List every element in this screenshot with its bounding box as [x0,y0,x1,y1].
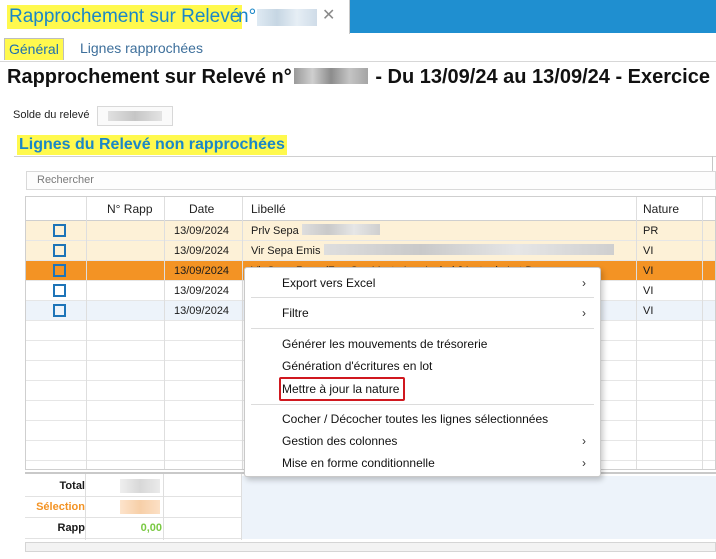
row-checkbox[interactable] [53,244,66,257]
row-libelle: Vir Sepa Emis [251,241,614,261]
menu-separator [251,328,594,329]
page-title-suffix: - Du 13/09/24 au 13/09/24 - Exercice 2 [375,66,716,88]
menu-item-mise-en-forme[interactable]: Mise en forme conditionnelle [282,453,435,473]
row-checkbox[interactable] [53,224,66,237]
total-row: Total [25,476,716,497]
row-nature: VI [643,285,654,297]
page-title-prefix: Rapprochement sur Relevé n° [7,66,292,88]
close-icon[interactable]: ✕ [322,6,335,26]
row-date: 13/09/2024 [174,225,230,237]
column-divider [242,197,243,469]
column-header-rapp[interactable]: N° Rapp [107,197,153,221]
document-tab[interactable]: Rapprochement sur Relevé n° ✕ [0,0,350,34]
chevron-right-icon: › [582,434,586,448]
chevron-right-icon: › [582,306,586,320]
menu-item-filtre[interactable]: Filtre [282,303,309,323]
row-date: 13/09/2024 [174,265,230,277]
table-row[interactable]: 13/09/2024 Vir Sepa Emis VI [26,241,715,261]
row-date: 13/09/2024 [174,245,230,257]
menu-item-gestion-colonnes[interactable]: Gestion des colonnes [282,431,397,451]
page-title: Rapprochement sur Relevé n° - Du 13/09/2… [7,66,716,89]
selection-label: Sélection [36,501,85,513]
document-tab-number-label: n° [238,6,257,27]
rapp-label: Rapp [57,522,86,534]
menu-separator [251,297,594,298]
redacted-value [108,111,162,121]
column-divider [702,197,703,469]
rapp-row: Rapp 0,00 [25,518,716,539]
solde-label: Solde du relevé [13,109,90,121]
row-checkbox[interactable] [53,264,66,277]
redacted-text [323,244,614,255]
total-label: Total [59,480,85,492]
column-header-nature[interactable]: Nature [643,197,679,221]
redacted-value [120,500,160,514]
menu-separator [251,404,594,405]
row-nature: VI [643,265,654,277]
menu-item-mettre-a-jour-nature[interactable]: Mettre à jour la nature [282,379,399,399]
table-row[interactable]: 13/09/2024 Prlv Sepa PR [26,221,715,241]
section-title: Lignes du Relevé non rapprochées [17,135,287,155]
horizontal-scrollbar[interactable] [25,542,716,552]
column-divider [85,474,86,540]
column-divider [86,197,87,469]
row-checkbox[interactable] [53,304,66,317]
subtab-bar: Général Lignes rapprochées [0,34,716,62]
search-input[interactable]: Rechercher [26,171,716,190]
chevron-right-icon: › [582,276,586,290]
column-divider [164,197,165,469]
row-libelle: Prlv Sepa [251,221,380,241]
menu-item-export-excel[interactable]: Export vers Excel [282,273,375,293]
row-date: 13/09/2024 [174,305,230,317]
column-divider [636,197,637,469]
context-menu: Export vers Excel › Filtre › Générer les… [244,267,601,477]
selection-row: Sélection [25,497,716,518]
row-checkbox[interactable] [53,284,66,297]
tab-general[interactable]: Général [4,38,64,60]
totals-panel: Total Sélection Rapp 0,00 [25,472,716,540]
column-header-date[interactable]: Date [189,197,214,221]
chevron-right-icon: › [582,456,586,470]
column-divider [241,474,242,540]
column-divider [163,474,164,540]
redacted-text [301,224,380,235]
document-tab-title: Rapprochement sur Relevé [7,5,243,29]
menu-item-cocher-decocher[interactable]: Cocher / Décocher toutes les lignes séle… [282,409,548,429]
redacted-value [120,479,160,493]
row-nature: VI [643,305,654,317]
column-header-libelle[interactable]: Libellé [251,197,286,221]
row-date: 13/09/2024 [174,285,230,297]
table-header: N° Rapp Date Libellé Nature [26,197,715,221]
rapp-value: 0,00 [140,522,162,534]
divider [14,156,716,157]
menu-item-generer-mouvements[interactable]: Générer les mouvements de trésorerie [282,334,487,354]
row-nature: VI [643,245,654,257]
redacted-number [257,9,317,26]
tab-lignes-rapprochees[interactable]: Lignes rapprochées [76,38,207,60]
redacted-number [293,68,368,84]
solde-field[interactable] [97,106,173,126]
menu-item-generation-ecritures[interactable]: Génération d'écritures en lot [282,356,432,376]
row-nature: PR [643,225,659,237]
